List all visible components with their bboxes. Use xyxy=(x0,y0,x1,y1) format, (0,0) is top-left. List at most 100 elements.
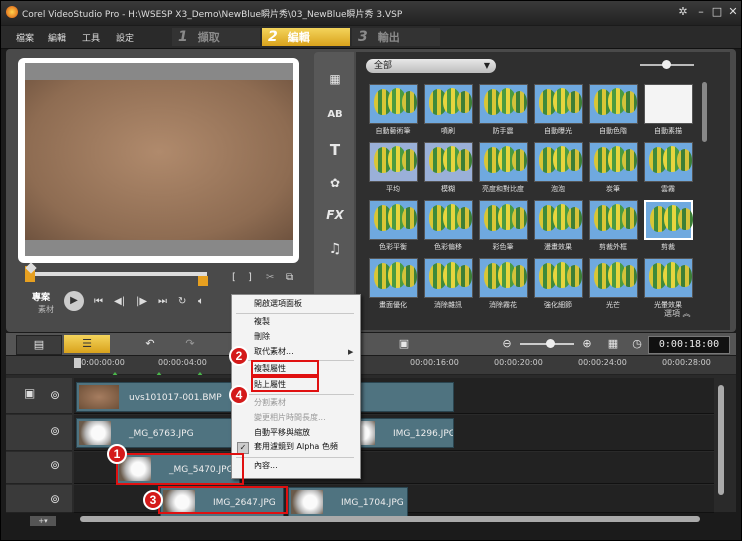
undo-icon[interactable]: ↶ xyxy=(140,335,160,353)
effect-thumbnail[interactable] xyxy=(479,142,528,182)
menu-file[interactable]: 檔案 xyxy=(16,31,34,44)
effect-thumbnail[interactable] xyxy=(534,84,583,124)
overlay-track-header[interactable] xyxy=(6,485,72,513)
next-frame-icon[interactable]: |▶ xyxy=(136,296,147,307)
step-capture[interactable]: 1 擷取 xyxy=(172,28,260,46)
effect-thumbnail[interactable] xyxy=(589,142,638,182)
audio-icon[interactable]: ♫ xyxy=(324,240,346,258)
effect-thumbnail[interactable] xyxy=(534,142,583,182)
menu-settings[interactable]: 設定 xyxy=(116,31,134,44)
timeline-view-icon[interactable]: ☰ xyxy=(64,335,110,353)
menu-edit[interactable]: 編輯 xyxy=(48,31,66,44)
project-mode-label[interactable]: 專案 xyxy=(32,290,50,303)
ctx-copy[interactable]: 複製 xyxy=(254,315,270,329)
trim-end-handle[interactable] xyxy=(198,276,208,286)
overlay-track-header[interactable] xyxy=(6,452,72,484)
cut-icon[interactable]: ✂ xyxy=(266,272,274,283)
maximize-icon[interactable]: □ xyxy=(710,5,724,19)
effect-label: 漫畫效果 xyxy=(544,243,572,251)
effect-thumbnail[interactable] xyxy=(534,200,583,240)
video-icon[interactable]: ▦ xyxy=(324,70,346,88)
project-duration[interactable]: 0:00:18:00 xyxy=(648,336,730,354)
zoom-out-icon[interactable]: ⊖ xyxy=(500,335,514,353)
ctx-open-options[interactable]: 開啟選項面板 xyxy=(254,297,302,311)
library-scrollbar[interactable] xyxy=(702,82,707,142)
effect-thumbnail[interactable] xyxy=(589,84,638,124)
slider-knob[interactable] xyxy=(662,60,671,69)
mark-out-button[interactable]: ] xyxy=(248,272,252,283)
preview-image xyxy=(25,80,293,240)
effect-thumbnail[interactable] xyxy=(644,200,693,240)
repeat-icon[interactable]: ↻ xyxy=(178,296,186,307)
transition-icon[interactable]: AB xyxy=(324,106,346,124)
ctx-delete[interactable]: 刪除 xyxy=(254,330,270,344)
step-edit[interactable]: 2 編輯 xyxy=(262,28,350,46)
effect-thumbnail[interactable] xyxy=(644,84,693,124)
timeline-clip[interactable]: _MG_6763.JPG xyxy=(76,418,236,448)
fx-icon[interactable]: FX xyxy=(324,206,346,224)
options-button[interactable]: 選項 ︽ xyxy=(664,308,691,319)
timeline-hscrollbar[interactable] xyxy=(80,516,700,522)
effect-thumbnail[interactable] xyxy=(589,258,638,298)
balloon-icon xyxy=(457,207,472,229)
timeline-vscrollbar[interactable] xyxy=(718,385,724,495)
effect-thumbnail[interactable] xyxy=(644,142,693,182)
fit-project-icon[interactable]: ▦ xyxy=(606,335,620,353)
prev-frame-icon[interactable]: ◀| xyxy=(114,296,125,307)
effect-thumbnail[interactable] xyxy=(369,142,418,182)
effect-thumbnail[interactable] xyxy=(424,84,473,124)
ctx-auto-pan-zoom[interactable]: 自動平移與縮放 xyxy=(254,426,310,440)
effect-thumbnail[interactable] xyxy=(534,258,583,298)
ctx-apply-filter-alpha[interactable]: 套用濾鏡到 Alpha 色頻 xyxy=(254,440,338,454)
ctx-properties[interactable]: 內容... xyxy=(254,459,278,473)
balloon-icon xyxy=(622,91,637,113)
overlay-track-header[interactable] xyxy=(6,415,72,451)
timeline-zoom-knob[interactable] xyxy=(546,339,555,348)
video-track-header[interactable] xyxy=(6,378,72,414)
effect-label: 剪裁外框 xyxy=(599,243,627,251)
record-capture-icon[interactable]: ▣ xyxy=(394,335,414,353)
graphics-icon[interactable]: ✿ xyxy=(324,174,346,192)
minimize-icon[interactable]: – xyxy=(694,5,708,19)
menu-tools[interactable]: 工具 xyxy=(82,31,100,44)
mark-in-button[interactable]: [ xyxy=(232,272,236,283)
close-icon[interactable]: ✕ xyxy=(726,5,740,19)
ruler-label: 00:00:00:00 xyxy=(76,358,125,367)
redo-icon[interactable]: ↷ xyxy=(180,335,200,353)
effect-thumbnail[interactable] xyxy=(479,84,528,124)
balloon-icon xyxy=(512,91,527,113)
highlight-box-clip xyxy=(158,486,288,514)
effect-thumbnail[interactable] xyxy=(369,84,418,124)
end-icon[interactable]: ⏭ xyxy=(158,296,167,307)
step-share[interactable]: 3 輸出 xyxy=(352,28,440,46)
storyboard-view-icon[interactable]: ▤ xyxy=(16,335,62,355)
scrub-bar[interactable] xyxy=(25,272,207,276)
effect-thumbnail[interactable] xyxy=(424,200,473,240)
effect-thumbnail[interactable] xyxy=(479,258,528,298)
home-icon[interactable]: ⏮ xyxy=(94,296,103,307)
volume-icon[interactable]: 🔈︎ xyxy=(198,296,204,307)
effect-thumbnail[interactable] xyxy=(479,200,528,240)
category-dropdown[interactable]: 全部 ▼ xyxy=(366,59,496,73)
ctx-replace-clip[interactable]: 取代素材... xyxy=(254,345,294,359)
effect-label: 畫面優化 xyxy=(379,301,407,309)
effect-label: 雲霧 xyxy=(661,185,675,193)
effect-thumbnail[interactable] xyxy=(589,200,638,240)
timeline-clip[interactable]: IMG_1704.JPG xyxy=(288,487,408,517)
effect-thumbnail[interactable] xyxy=(424,258,473,298)
track-manager-button[interactable]: +▾ xyxy=(30,516,56,526)
balloon-icon xyxy=(678,208,693,230)
effect-thumbnail[interactable] xyxy=(644,258,693,298)
play-icon[interactable]: ▶ xyxy=(64,291,84,311)
title-icon[interactable]: T xyxy=(324,141,346,159)
effect-thumbnail[interactable] xyxy=(369,258,418,298)
enlarge-icon[interactable]: ⧉ xyxy=(286,272,293,283)
effect-thumbnail[interactable] xyxy=(369,200,418,240)
clip-mode-label[interactable]: 素材 xyxy=(38,304,54,315)
effect-thumbnail[interactable] xyxy=(424,142,473,182)
settings-icon[interactable]: ✲ xyxy=(676,5,690,19)
submenu-arrow-icon: ▶ xyxy=(348,348,354,356)
zoom-in-icon[interactable]: ⊕ xyxy=(580,335,594,353)
balloon-icon xyxy=(567,265,582,287)
app-icon[interactable] xyxy=(6,6,18,18)
